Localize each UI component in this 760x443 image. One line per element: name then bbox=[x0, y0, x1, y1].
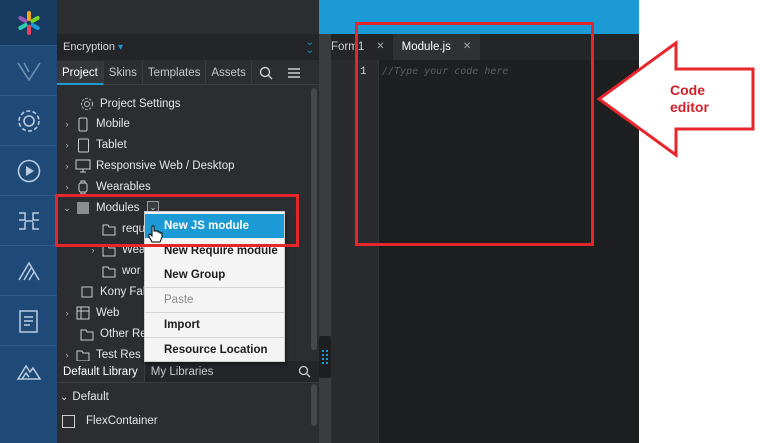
play-icon[interactable] bbox=[0, 145, 57, 195]
tab-default-library[interactable]: Default Library bbox=[57, 361, 145, 382]
tree-item-label: Mobile bbox=[96, 118, 130, 130]
library-tabs: Default Library My Libraries bbox=[57, 361, 319, 383]
expand-arrow-icon[interactable]: › bbox=[61, 350, 73, 360]
splitter-grip-icon[interactable] bbox=[319, 336, 331, 378]
callout-label: Code editor bbox=[670, 82, 709, 116]
callout-label-line2: editor bbox=[670, 99, 709, 115]
encryption-selector[interactable]: Encryption ▾ ⌄ ⌄ bbox=[57, 34, 319, 60]
desktop-icon bbox=[75, 158, 91, 174]
app-logo-icon[interactable] bbox=[0, 0, 57, 45]
folder-icon bbox=[101, 263, 117, 279]
bracket-icon[interactable] bbox=[0, 195, 57, 245]
project-tabs: Project Skins Templates Assets bbox=[57, 61, 319, 85]
menu-item-new-group[interactable]: New Group bbox=[145, 263, 284, 287]
tree-item-kony-fabric[interactable]: Kony Fab bbox=[65, 282, 149, 302]
tree-item-wor[interactable]: wor bbox=[87, 261, 141, 281]
tree-item-tablet[interactable]: › Tablet bbox=[61, 135, 127, 155]
menu-item-resource-location[interactable]: Resource Location bbox=[145, 338, 284, 362]
panel-splitter[interactable] bbox=[319, 34, 331, 443]
tablet-icon bbox=[75, 137, 91, 153]
collapse-icon[interactable]: ⌄ ⌄ bbox=[306, 38, 314, 56]
expand-arrow-icon[interactable]: › bbox=[61, 308, 73, 318]
tree-item-other-resources[interactable]: Other Res bbox=[65, 324, 152, 344]
tree-item-web[interactable]: › Web bbox=[61, 303, 119, 323]
library-search-icon[interactable] bbox=[298, 365, 311, 381]
highlight-box-modules bbox=[55, 194, 299, 247]
tree-item-label: wor bbox=[122, 265, 141, 277]
gear-icon bbox=[79, 96, 95, 112]
callout-label-line1: Code bbox=[670, 82, 705, 98]
tab-project[interactable]: Project bbox=[57, 61, 104, 85]
search-icon[interactable] bbox=[252, 61, 280, 85]
library-item-flexcontainer[interactable]: FlexContainer bbox=[62, 412, 158, 430]
tab-templates[interactable]: Templates bbox=[143, 61, 207, 85]
menu-item-paste[interactable]: Paste bbox=[145, 288, 284, 312]
flexcontainer-icon bbox=[62, 414, 75, 428]
folder-icon bbox=[79, 326, 95, 342]
tree-item-label: Web bbox=[96, 307, 120, 319]
tree-item-responsive-web[interactable]: › Responsive Web / Desktop bbox=[61, 156, 235, 176]
expand-arrow-icon[interactable]: › bbox=[61, 161, 73, 171]
chevron-down-icon: ▾ bbox=[117, 41, 124, 53]
tree-item-label: Responsive Web / Desktop bbox=[96, 160, 235, 172]
menu-item-import[interactable]: Import bbox=[145, 313, 284, 337]
tab-assets[interactable]: Assets bbox=[206, 61, 252, 85]
tab-my-libraries[interactable]: My Libraries bbox=[145, 361, 220, 382]
document-icon[interactable] bbox=[0, 295, 57, 345]
tree-scrollbar[interactable] bbox=[311, 88, 317, 350]
watch-icon bbox=[75, 179, 91, 195]
mountain-icon[interactable] bbox=[0, 345, 57, 395]
highlight-box-editor bbox=[355, 22, 594, 246]
library-group-default[interactable]: ⌄ Default bbox=[60, 388, 109, 406]
tree-item-project-settings[interactable]: Project Settings bbox=[65, 94, 181, 114]
tree-item-label: Test Res bbox=[96, 349, 141, 361]
tree-item-label: Tablet bbox=[96, 139, 127, 151]
mobile-icon bbox=[75, 116, 91, 132]
triangle-icon[interactable] bbox=[0, 245, 57, 295]
library-scrollbar[interactable] bbox=[311, 384, 317, 426]
app-rail bbox=[0, 0, 57, 443]
chevron-down-icon: ⌄ bbox=[60, 391, 69, 403]
web-icon bbox=[75, 305, 91, 321]
expand-arrow-icon[interactable]: › bbox=[61, 182, 73, 192]
cloud-icon bbox=[79, 284, 95, 300]
tree-item-label: Wearables bbox=[96, 181, 151, 193]
tree-item-mobile[interactable]: › Mobile bbox=[61, 114, 130, 134]
library-group-label: Default bbox=[72, 391, 109, 403]
tree-item-label: Project Settings bbox=[100, 98, 181, 110]
settings-icon[interactable] bbox=[0, 95, 57, 145]
library-item-label: FlexContainer bbox=[86, 415, 158, 427]
expand-arrow-icon[interactable]: › bbox=[61, 119, 73, 129]
menu-icon[interactable] bbox=[280, 61, 308, 85]
expand-arrow-icon[interactable]: › bbox=[61, 140, 73, 150]
tab-skins[interactable]: Skins bbox=[104, 61, 143, 85]
tree-item-label: Kony Fab bbox=[100, 286, 150, 298]
visualizer-icon[interactable] bbox=[0, 45, 57, 95]
encryption-label: Encryption bbox=[63, 41, 115, 53]
